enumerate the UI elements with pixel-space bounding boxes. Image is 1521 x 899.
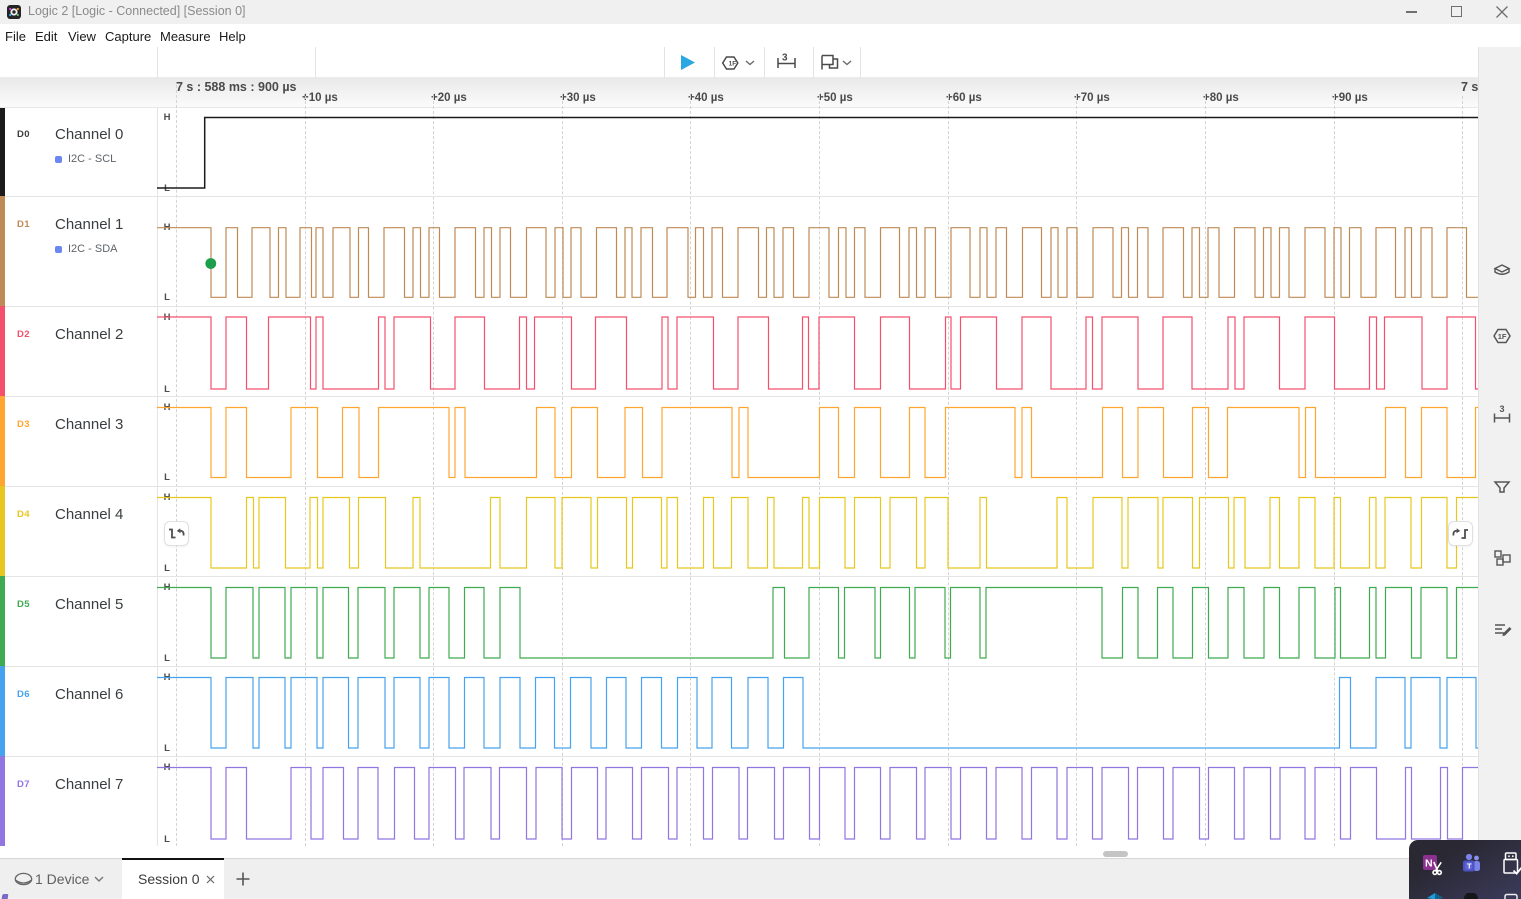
svg-text:1F: 1F: [729, 60, 737, 67]
svg-text:N: N: [1425, 858, 1433, 870]
svg-text:T: T: [1467, 861, 1472, 870]
svg-text:3: 3: [1500, 404, 1505, 414]
svg-text:3: 3: [782, 53, 788, 64]
svg-text:1F: 1F: [1498, 332, 1507, 341]
